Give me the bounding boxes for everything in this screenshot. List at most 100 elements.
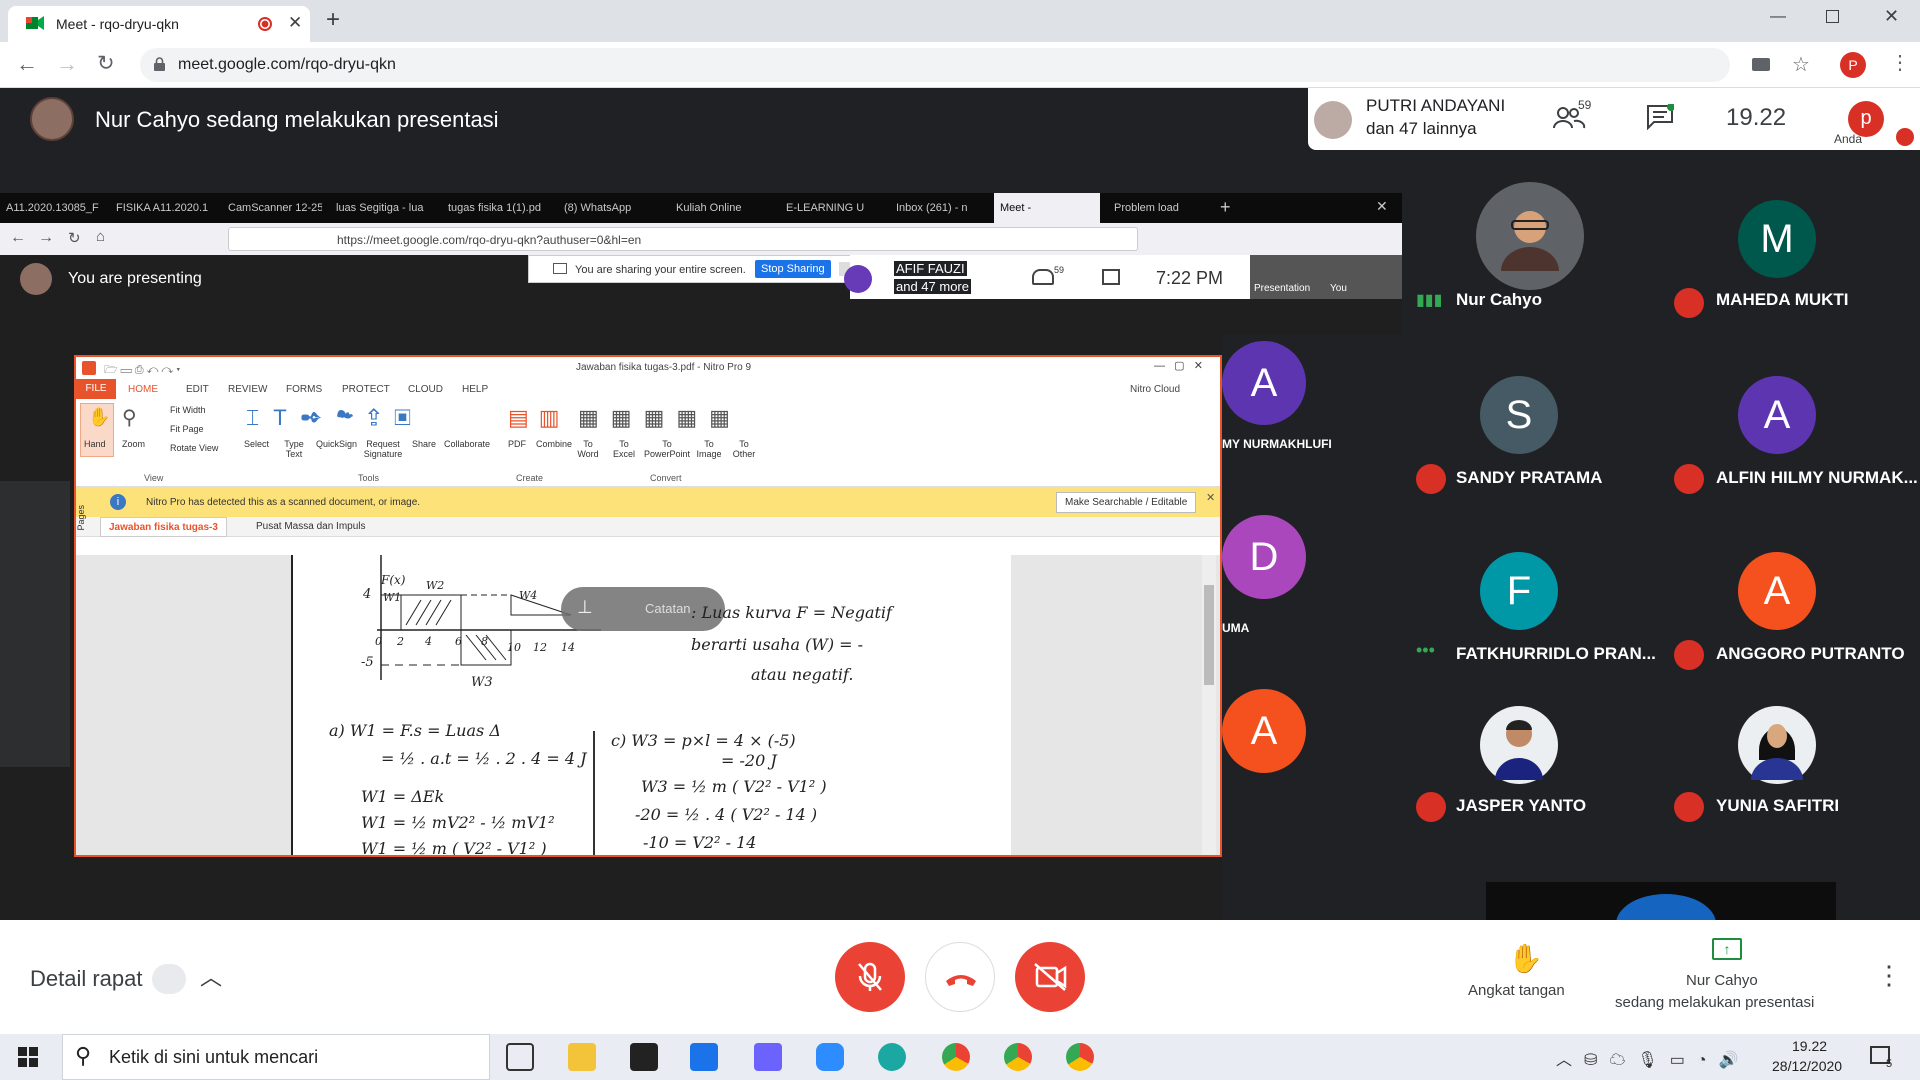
quick-access-icons: 🗁 ▭ ⎙ ↶ ↷ ▾ (104, 364, 181, 376)
taskbar-search[interactable]: ⚲ Ketik di sini untuk mencari (62, 1034, 490, 1080)
raise-hand-label[interactable]: Angkat tangan (1468, 982, 1565, 999)
participant-count: 59 (1578, 98, 1592, 112)
present-icon[interactable]: ↑ (1712, 938, 1742, 960)
chrome-profile-icon[interactable] (1066, 1043, 1094, 1071)
lock-icon (154, 57, 165, 71)
nitro-cloud-label: Nitro Cloud (1130, 384, 1181, 395)
ff-new-tab-icon: + (1220, 197, 1231, 217)
omnibox[interactable]: meet.google.com/rqo-dryu-qkn ☆ (140, 48, 1810, 82)
participant-tile[interactable]: M MAHEDA MUKTI (1660, 178, 1918, 354)
x-tick: 2 (397, 635, 404, 648)
participant-avatar (1476, 182, 1584, 290)
participant-tile[interactable]: F ••• FATKHURRIDLO PRAN... (1402, 530, 1660, 706)
menu-file: FILE (76, 379, 116, 399)
inner-participant-name: AFIF FAUZI (894, 261, 967, 276)
ff-close-icon: ✕ (1376, 198, 1388, 214)
camera-toggle-button[interactable] (1015, 942, 1085, 1012)
group-create-label: Create (516, 473, 544, 483)
participant-name: Nur Cahyo (1456, 290, 1542, 309)
mail-icon[interactable] (690, 1043, 718, 1071)
new-tab-icon[interactable]: + (326, 6, 340, 34)
fit-width-label: Fit Width (170, 405, 206, 415)
side-avatar: A (1222, 689, 1306, 773)
collaborate-tool: Collaborate (444, 439, 491, 449)
scrollbar-thumb (1204, 585, 1214, 685)
vertical-scrollbar (1202, 555, 1216, 855)
meeting-details-button[interactable]: Detail rapat (30, 966, 143, 992)
mic-off-icon (1674, 640, 1704, 670)
pages-panel-label: Pages (76, 505, 86, 531)
back-icon[interactable]: ← (16, 51, 38, 77)
participant-tile[interactable]: S SANDY PRATAMA (1402, 354, 1660, 530)
bookmark-star-icon[interactable]: ☆ (1792, 52, 1810, 77)
note-line: atau negatif. (751, 665, 854, 684)
group-convert-label: Convert (650, 473, 682, 483)
participant-tile[interactable]: JASPER YANTO (1402, 706, 1660, 882)
nitro-window-controls: — ▢ ✕ (1154, 360, 1203, 372)
reload-icon[interactable]: ↻ (97, 51, 115, 76)
x-tick: 14 (561, 641, 575, 654)
meet-bottom-bar: Detail rapat ︿ ✋ Angkat tangan ↑ Nur Cah… (0, 920, 1920, 1034)
combine-tool: Combine (536, 439, 573, 449)
ff-tab: FISIKA A11.2020.1 (116, 202, 209, 214)
convert-icons: ▦▦▦▦▦ (578, 405, 742, 430)
inner-people-icon (1032, 269, 1054, 285)
chevron-up-icon[interactable]: ︿ (200, 960, 222, 992)
restore-icon[interactable] (1826, 10, 1839, 23)
participant-grid: ▮▮▮ Nur Cahyo M MAHEDA MUKTI S SANDY PRA… (1402, 178, 1920, 954)
tab-title: Meet - rqo-dryu-qkn (56, 16, 179, 32)
task-view-icon[interactable] (506, 1043, 534, 1071)
more-menu-icon[interactable]: ⋮ (1890, 50, 1910, 75)
menu-edit: EDIT (186, 384, 209, 395)
camera-blocked-icon[interactable] (1752, 58, 1770, 71)
menu-protect: PROTECT (342, 384, 390, 395)
top-right-bar: PUTRI ANDAYANI dan 47 lainnya 59 19.22 p… (1308, 88, 1920, 150)
mic-off-icon (1674, 288, 1704, 318)
browser-tab[interactable]: Meet - rqo-dryu-qkn ✕ (8, 6, 310, 42)
inner-participant-more: and 47 more (894, 279, 971, 294)
inner-top-bar: AFIF FAUZI and 47 more 59 7:22 PM (844, 255, 1250, 299)
participant-photo (1480, 706, 1558, 784)
to-word-tool: To Word (577, 439, 599, 459)
close-window-icon[interactable]: ✕ (1884, 6, 1899, 27)
answer-a-line: W1 = ½ mV2² - ½ mV1² (361, 813, 555, 832)
group-view-label: View (144, 473, 164, 483)
side-avatar: A (1222, 341, 1306, 425)
menu-cloud: CLOUD (408, 384, 444, 395)
store-icon[interactable] (630, 1043, 658, 1071)
participant-tile[interactable]: ▮▮▮ Nur Cahyo (1402, 178, 1660, 354)
participant-tile[interactable]: A ALFIN HILMY NURMAK... (1660, 354, 1918, 530)
zoom-icon[interactable] (816, 1043, 844, 1071)
leave-call-button[interactable] (925, 942, 995, 1012)
raise-hand-icon[interactable]: ✋ (1508, 942, 1543, 975)
tray-icons[interactable]: ︿⛁☁🎙▭◔🔊 (1556, 1046, 1750, 1070)
inner-chat-icon (1102, 269, 1120, 285)
menu-home: HOME (128, 384, 158, 395)
type-text-tool: Type Text (284, 439, 304, 459)
inner-tile-you: You (1330, 283, 1347, 294)
participant-avatar: S (1480, 376, 1558, 454)
edge-icon[interactable] (878, 1043, 906, 1071)
tab-close-icon[interactable]: ✕ (288, 13, 302, 33)
participant-tile[interactable]: A ANGGORO PUTRANTO (1660, 530, 1918, 706)
profile-avatar[interactable]: P (1840, 52, 1866, 78)
chrome-icon[interactable] (942, 1043, 970, 1071)
chrome-icon[interactable] (1004, 1043, 1032, 1071)
chat-icon[interactable] (1646, 103, 1675, 131)
forward-icon[interactable]: → (56, 51, 78, 77)
app-icon[interactable] (754, 1043, 782, 1071)
inner-tile-label: Presentation (1254, 283, 1311, 294)
caption-icon[interactable] (152, 964, 186, 994)
answer-c-line: -20 = ½ . 4 ( V2² - 14 ) (635, 805, 818, 824)
mic-toggle-button[interactable] (835, 942, 905, 1012)
participant-avatar: A (1738, 552, 1816, 630)
windows-start-icon[interactable] (18, 1047, 38, 1067)
participant-avatar: A (1738, 376, 1816, 454)
minimize-icon[interactable]: — (1770, 8, 1786, 26)
doc-tab-active: Jawaban fisika tugas-3 (100, 517, 227, 537)
file-explorer-icon[interactable] (568, 1043, 596, 1071)
stop-sharing-button: Stop Sharing (755, 260, 831, 278)
ff-tab: (8) WhatsApp (564, 202, 632, 214)
more-options-icon[interactable]: ⋮ (1876, 960, 1902, 991)
participant-tile[interactable]: YUNIA SAFITRI (1660, 706, 1918, 882)
